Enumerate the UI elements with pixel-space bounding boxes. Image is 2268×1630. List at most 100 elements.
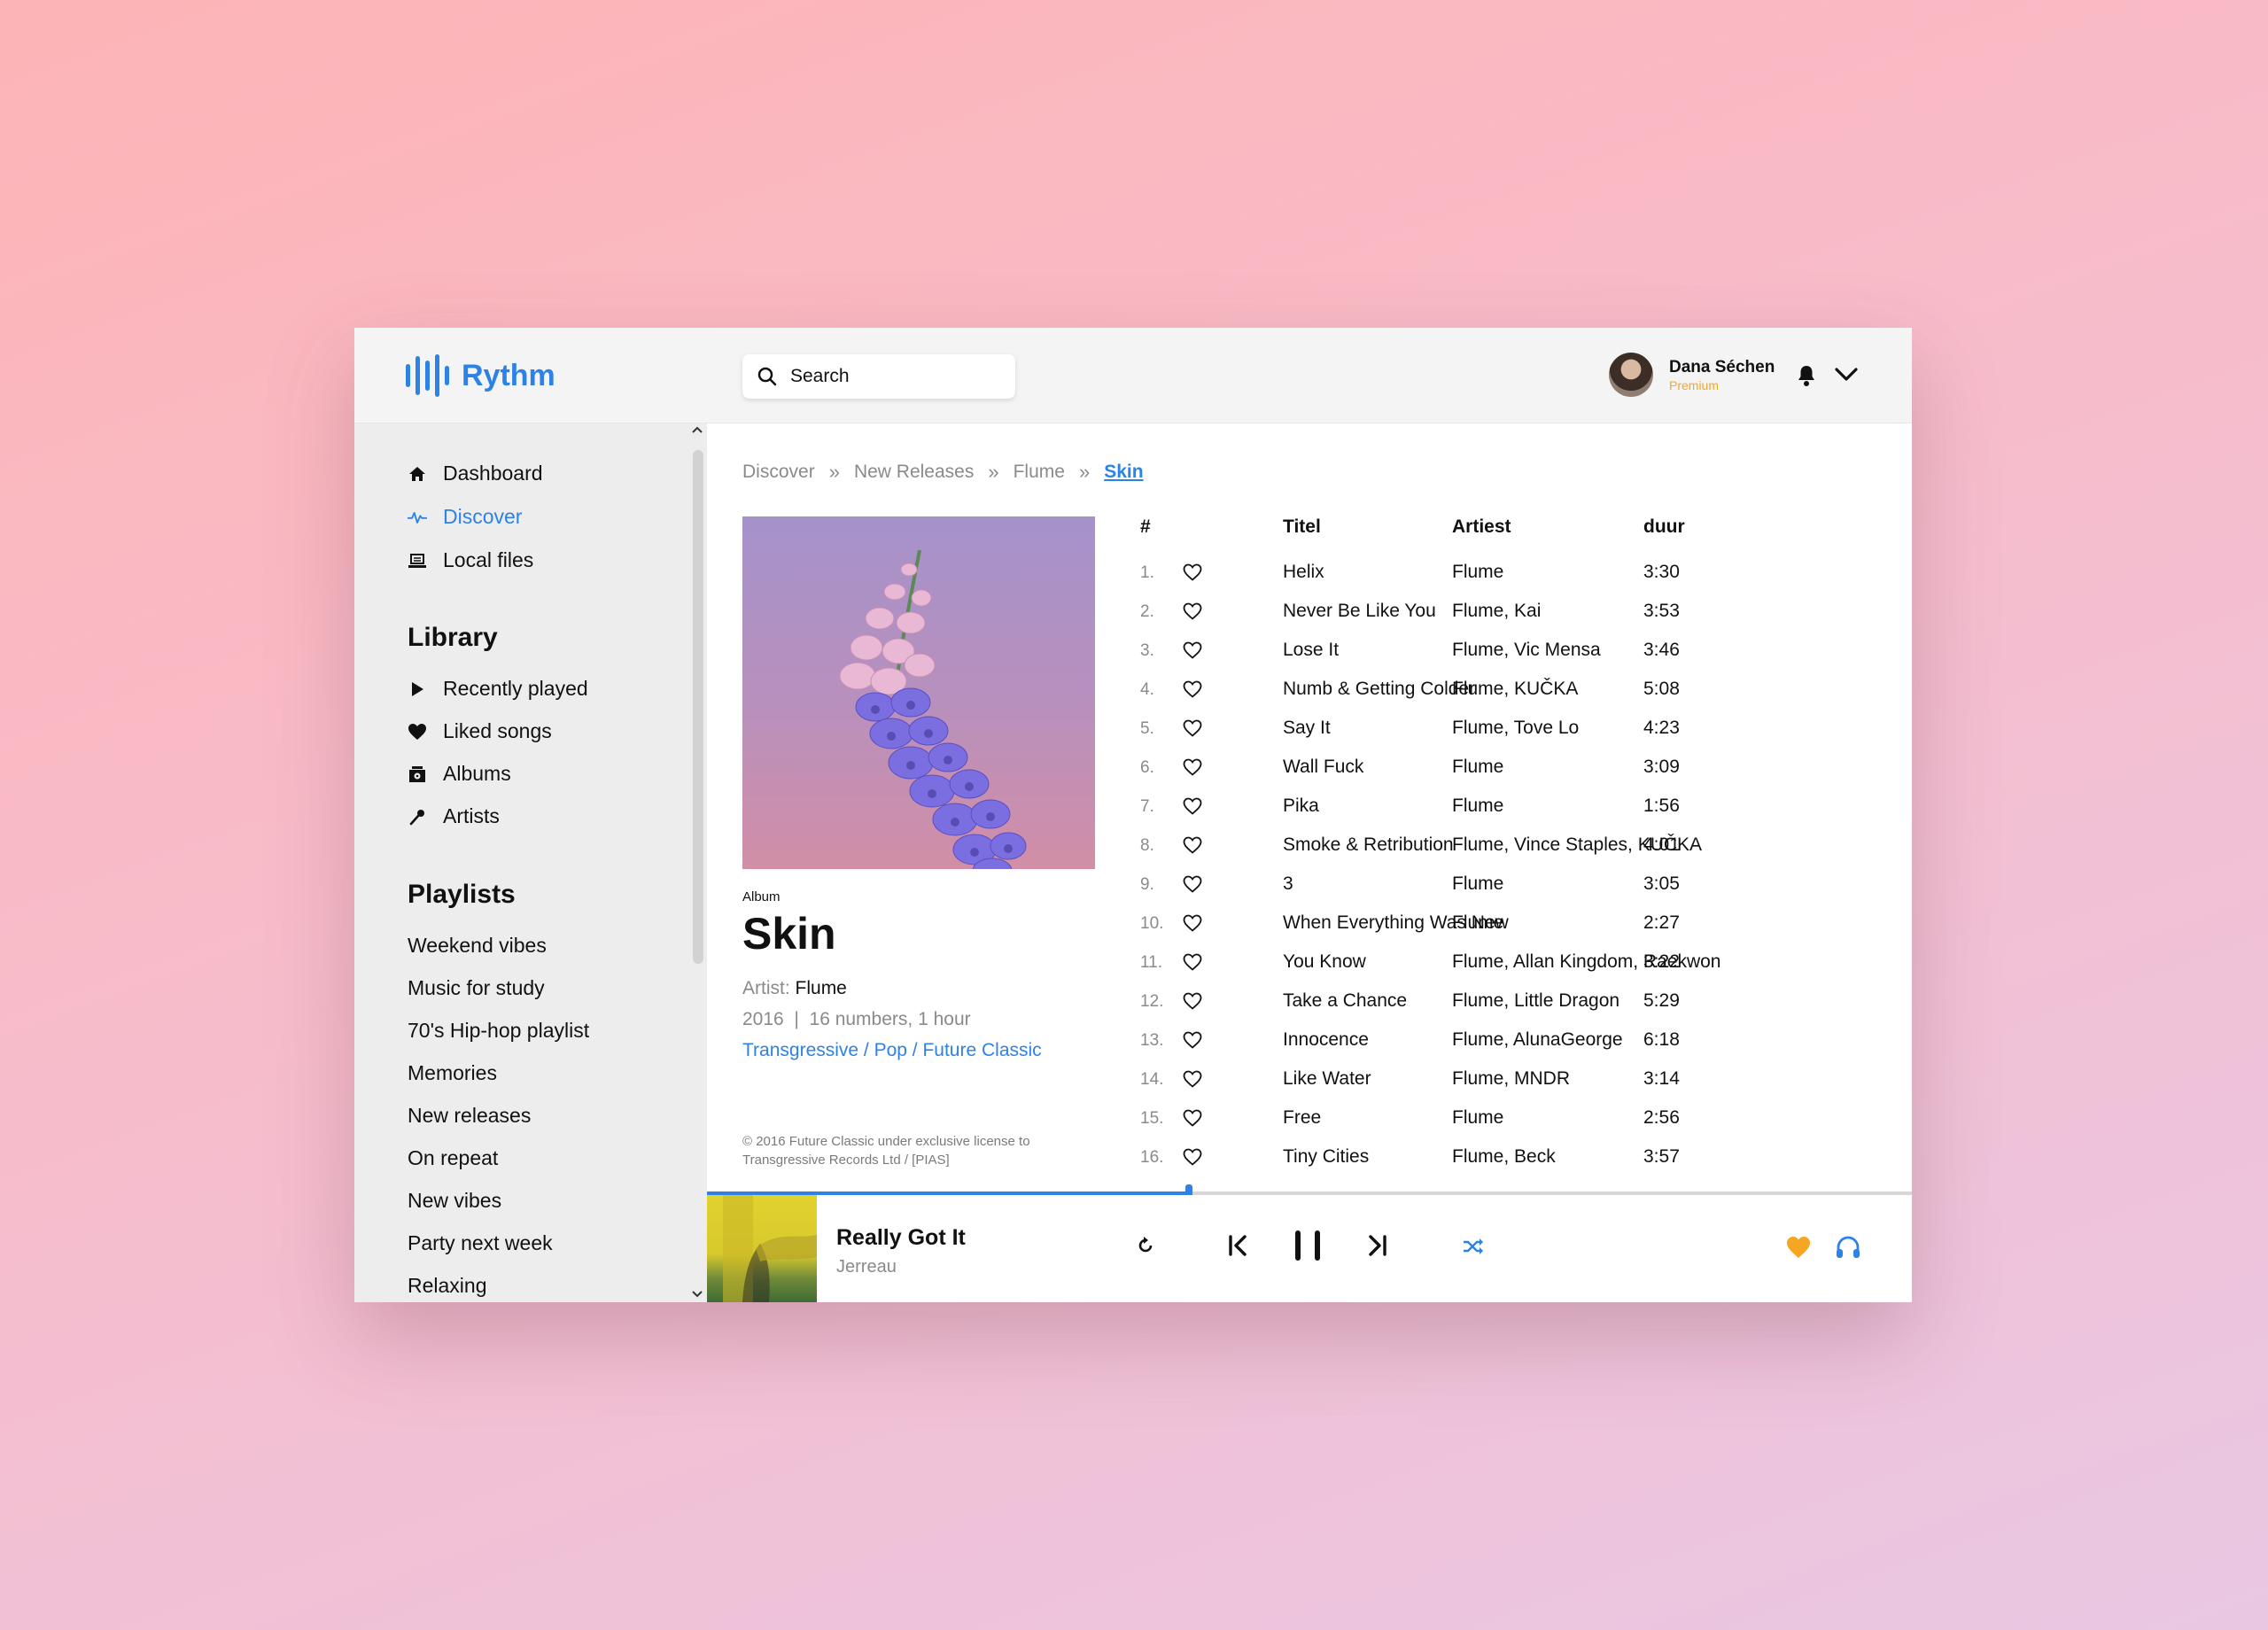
track-row[interactable]: 10. When Everything Was New Flume 2:27: [354, 912, 1912, 951]
track-row[interactable]: 12. Take a Chance Flume, Little Dragon 5:29: [354, 990, 1912, 1029]
heart-outline-icon[interactable]: [1183, 1031, 1202, 1054]
breadcrumb-separator-icon: »: [1078, 461, 1091, 483]
track-duration: 3:22: [1643, 951, 1680, 972]
now-playing-cover[interactable]: [707, 1195, 817, 1302]
track-number: 16.: [1140, 1148, 1164, 1167]
chevron-down-icon[interactable]: [1834, 365, 1859, 384]
track-title: 3: [1283, 873, 1293, 894]
track-row[interactable]: 13. Innocence Flume, AlunaGeorge 6:18: [354, 1029, 1912, 1068]
app-name: Rythm: [462, 358, 555, 392]
playlist-item[interactable]: Relaxing: [408, 1274, 487, 1298]
shuffle-icon: [1464, 1238, 1483, 1254]
track-number: 11.: [1140, 953, 1163, 972]
breadcrumb-item[interactable]: New Releases: [854, 462, 974, 483]
shuffle-button[interactable]: [1463, 1238, 1484, 1255]
heart-outline-icon[interactable]: [1183, 953, 1202, 976]
nav-discover[interactable]: Discover: [408, 505, 522, 529]
track-duration: 3:57: [1643, 1146, 1680, 1167]
track-number: 9.: [1140, 875, 1154, 894]
heart-outline-icon[interactable]: [1183, 836, 1202, 859]
user-name: Dana Séchen: [1669, 357, 1775, 376]
nav-dashboard[interactable]: Dashboard: [408, 462, 543, 485]
like-button[interactable]: [1786, 1236, 1811, 1259]
track-artist: Flume: [1452, 1107, 1504, 1128]
track-title: Numb & Getting Colder: [1283, 679, 1476, 699]
track-title: Take a Chance: [1283, 990, 1408, 1011]
heart-outline-icon[interactable]: [1183, 1148, 1202, 1171]
next-icon: [1369, 1235, 1386, 1256]
track-number: 10.: [1140, 914, 1164, 933]
breadcrumb-separator-icon: »: [828, 461, 840, 483]
track-row[interactable]: 15. Free Flume 2:56: [354, 1107, 1912, 1146]
track-row[interactable]: 14. Like Water Flume, MNDR 3:14: [354, 1068, 1912, 1107]
heart-outline-icon[interactable]: [1183, 1070, 1202, 1093]
track-title: Innocence: [1283, 1029, 1369, 1050]
playlist-item[interactable]: Party next week: [408, 1231, 553, 1255]
now-playing-artist[interactable]: Jerreau: [836, 1257, 897, 1277]
breadcrumb-current[interactable]: Skin: [1104, 462, 1143, 483]
track-row[interactable]: 8. Smoke & Retribution Flume, Vince Staple…: [354, 834, 1912, 873]
track-artist: Flume: [1452, 796, 1504, 816]
track-number: 15.: [1140, 1109, 1164, 1128]
heart-outline-icon[interactable]: [1183, 641, 1202, 664]
track-row[interactable]: 6. Wall Fuck Flume 3:09: [354, 757, 1912, 796]
track-row[interactable]: 11. You Know Flume, Allan Kingdom, Raekwon…: [354, 951, 1912, 990]
track-row[interactable]: 3. Lose It Flume, Vic Mensa 3:46: [354, 640, 1912, 679]
heart-outline-icon[interactable]: [1183, 875, 1202, 898]
heart-outline-icon[interactable]: [1183, 758, 1202, 781]
breadcrumb-item[interactable]: Discover: [742, 462, 815, 483]
repeat-button[interactable]: [1136, 1236, 1155, 1255]
col-header-duration[interactable]: duur: [1643, 516, 1685, 538]
track-row[interactable]: 9. 3 Flume 3:05: [354, 873, 1912, 912]
heart-outline-icon[interactable]: [1183, 719, 1202, 742]
search-input[interactable]: [790, 366, 985, 387]
track-duration: 3:30: [1643, 562, 1680, 582]
user-profile[interactable]: Dana Séchen Premium: [1609, 353, 1775, 397]
pause-button[interactable]: [1293, 1229, 1323, 1262]
track-row[interactable]: 7. Pika Flume 1:56: [354, 796, 1912, 834]
track-duration: 3:46: [1643, 640, 1680, 660]
now-playing-title[interactable]: Really Got It: [836, 1225, 966, 1251]
track-row[interactable]: 4. Numb & Getting Colder Flume, KUČKA 5:08: [354, 679, 1912, 718]
col-header-title[interactable]: Titel: [1283, 516, 1321, 538]
track-artist: Flume, MNDR: [1452, 1068, 1571, 1089]
heart-outline-icon[interactable]: [1183, 1109, 1202, 1132]
track-duration: 4:01: [1643, 834, 1680, 855]
track-duration: 2:56: [1643, 1107, 1680, 1128]
nav-label: Discover: [443, 505, 523, 528]
repeat-icon: [1138, 1237, 1153, 1253]
track-title: Helix: [1283, 562, 1324, 582]
track-title: Say It: [1283, 718, 1331, 738]
track-title: Wall Fuck: [1283, 757, 1364, 777]
search-box[interactable]: [742, 354, 1015, 399]
track-title: Pika: [1283, 796, 1319, 816]
scroll-down-icon[interactable]: [691, 1290, 703, 1299]
track-row[interactable]: 5. Say It Flume, Tove Lo 4:23: [354, 718, 1912, 757]
track-artist: Flume, Beck: [1452, 1146, 1556, 1167]
track-row[interactable]: 1. Helix Flume 3:30: [354, 562, 1912, 601]
heart-outline-icon[interactable]: [1183, 992, 1202, 1015]
track-row[interactable]: 2. Never Be Like You Flume, Kai 3:53: [354, 601, 1912, 640]
devices-button[interactable]: [1836, 1236, 1860, 1259]
heart-outline-icon[interactable]: [1183, 563, 1202, 586]
bell-icon[interactable]: [1796, 363, 1817, 388]
app-logo[interactable]: Rythm: [406, 354, 555, 397]
heart-outline-icon[interactable]: [1183, 680, 1202, 703]
breadcrumb-item[interactable]: Flume: [1014, 462, 1065, 483]
next-button[interactable]: [1365, 1234, 1388, 1257]
heart-filled-icon: [1787, 1237, 1810, 1258]
playlist-item[interactable]: New vibes: [408, 1189, 501, 1213]
col-header-number: #: [1140, 516, 1151, 537]
track-number: 6.: [1140, 758, 1154, 777]
col-header-artist[interactable]: Artiest: [1452, 516, 1511, 538]
track-artist: Flume: [1452, 757, 1504, 777]
heart-outline-icon[interactable]: [1183, 914, 1202, 937]
track-title: Tiny Cities: [1283, 1146, 1370, 1167]
track-number: 12.: [1140, 992, 1164, 1011]
scroll-up-icon[interactable]: [691, 425, 703, 434]
track-row[interactable]: 16. Tiny Cities Flume, Beck 3:57: [354, 1146, 1912, 1185]
track-title: Smoke & Retribution: [1283, 834, 1454, 855]
previous-button[interactable]: [1227, 1234, 1250, 1257]
heart-outline-icon[interactable]: [1183, 602, 1202, 625]
heart-outline-icon[interactable]: [1183, 797, 1202, 820]
